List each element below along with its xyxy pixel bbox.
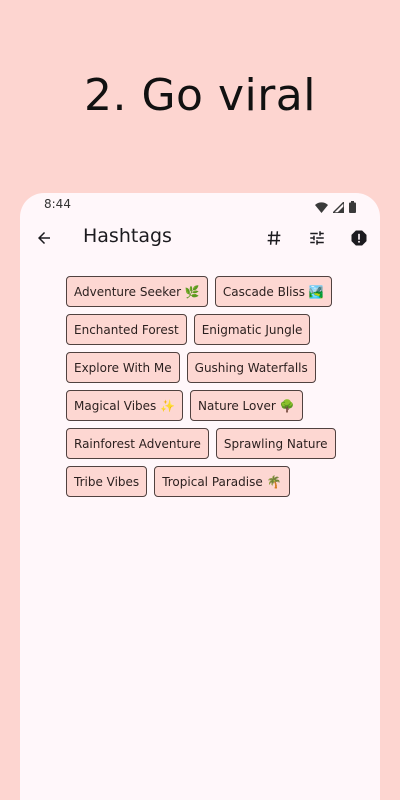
hashtag-chip[interactable]: Explore With Me — [66, 352, 180, 383]
report-icon[interactable] — [345, 224, 373, 252]
hashtag-chip[interactable]: Cascade Bliss 🏞️ — [214, 276, 332, 307]
app-bar: Hashtags — [20, 215, 380, 261]
hashtag-icon[interactable] — [260, 224, 288, 252]
hashtag-chip-list: Adventure Seeker 🌿 Cascade Bliss 🏞️ Ench… — [66, 276, 356, 497]
hashtag-chip[interactable]: Sprawling Nature — [215, 428, 336, 459]
hashtag-chip[interactable]: Gushing Waterfalls — [186, 352, 316, 383]
hashtag-chip[interactable]: Magical Vibes ✨ — [66, 390, 184, 421]
hashtag-chip[interactable]: Tribe Vibes — [66, 466, 148, 497]
hashtag-chip[interactable]: Enchanted Forest — [66, 314, 187, 345]
phone-screen: 8:44 Hashtags Adventure Seeker 🌿 Cascade… — [20, 193, 380, 800]
hashtag-chip[interactable]: Rainforest Adventure — [66, 428, 209, 459]
hashtag-chip[interactable]: Enigmatic Jungle — [193, 314, 311, 345]
promo-title: 2. Go viral — [83, 70, 316, 121]
page-title: Hashtags — [83, 225, 172, 247]
arrow-back-icon[interactable] — [30, 224, 58, 252]
tune-icon[interactable] — [303, 224, 331, 252]
status-time: 8:44 — [44, 197, 71, 211]
hashtag-chip[interactable]: Nature Lover 🌳 — [190, 390, 303, 421]
status-bar: 8:44 — [20, 193, 380, 215]
hashtag-chip[interactable]: Tropical Paradise 🌴 — [154, 466, 290, 497]
hashtag-chip[interactable]: Adventure Seeker 🌿 — [66, 276, 208, 307]
